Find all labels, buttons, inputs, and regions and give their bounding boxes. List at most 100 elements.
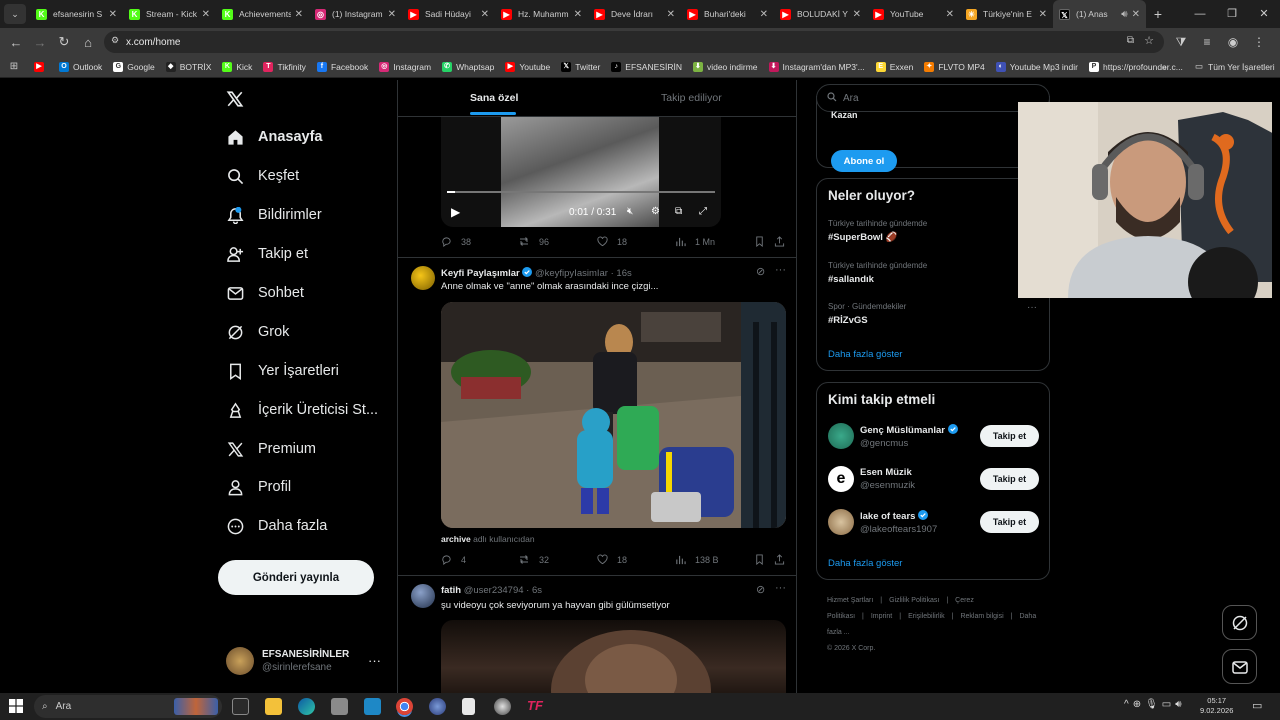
suggested-account[interactable]: e Esen Müzik @esenmuzik (828, 466, 915, 492)
views-button[interactable]: 138 B (675, 554, 719, 565)
x-logo-icon[interactable] (226, 88, 244, 114)
nav-item-home[interactable]: Anasayfa (226, 128, 322, 146)
bookmark-item[interactable]: ⬇ video indirme (692, 61, 758, 72)
apps-grid-icon[interactable]: ⊞ (4, 61, 24, 72)
tab-close-icon[interactable]: ✕ (481, 9, 489, 20)
edge-icon[interactable] (298, 698, 315, 715)
browser-tab[interactable]: ☀ Türkiye'nin E ✕ (960, 0, 1053, 28)
forward-icon[interactable]: → (28, 35, 52, 50)
tab-close-icon[interactable]: ✕ (388, 9, 396, 20)
media-control-icon[interactable]: ≡ (1194, 35, 1220, 49)
extensions-icon[interactable]: ⧩ (1168, 35, 1194, 50)
tweet-more-icon[interactable]: ··· (775, 264, 786, 276)
grok-explain-icon[interactable]: ⊘ (756, 583, 765, 596)
repost-button[interactable]: 32 (518, 554, 549, 565)
tab-close-icon[interactable]: ✕ (853, 9, 861, 20)
reply-button[interactable]: 4 (441, 554, 466, 565)
bookmark-item[interactable]: ▶ Youtube (505, 61, 550, 72)
video-settings-icon[interactable]: ⚙ (651, 206, 660, 217)
site-info-icon[interactable]: ⚙ (111, 35, 119, 46)
tab-close-icon[interactable]: ✕ (760, 9, 768, 20)
tab-close-icon[interactable]: ✕ (667, 9, 675, 20)
bookmark-item[interactable]: E Exxen (875, 61, 913, 72)
taskbar-clock[interactable]: 05:17 9.02.2026 (1200, 696, 1233, 716)
tab-close-icon[interactable]: ✕ (946, 9, 954, 20)
browser-tab[interactable]: 𝕏 (1) Anas 🔊︎ ✕ (1053, 0, 1146, 28)
bookmark-item[interactable]: ◆ BOTRİX (165, 61, 211, 72)
all-bookmarks-folder[interactable]: ▭ Tüm Yer İşaretleri (1195, 61, 1275, 72)
page-scrollbar[interactable] (1272, 80, 1280, 693)
browser-tab[interactable]: K Achievements ✕ (216, 0, 309, 28)
grok-floating-button[interactable] (1222, 605, 1257, 640)
network-icon[interactable]: ▭ (1162, 699, 1175, 710)
tweet-video-player[interactable]: ▶ 0:01 / 0:31 🔇︎ ⚙ ⧉ ⤢ (441, 117, 721, 227)
browser-tab[interactable]: ▶ Hz. Muhamm ✕ (495, 0, 588, 28)
nav-item-creator[interactable]: İçerik Üreticisi St... (226, 401, 378, 419)
bookmark-item[interactable]: ✦ FLVTO MP4 (924, 61, 985, 72)
follow-button[interactable]: Takip et (980, 425, 1039, 447)
tweet-time[interactable]: · 6s (526, 585, 542, 596)
share-button[interactable] (774, 236, 790, 247)
close-window-icon[interactable]: ✕ (1248, 0, 1280, 28)
nav-item-bell[interactable]: Bildirimler (226, 206, 322, 224)
tab-for-you[interactable]: Sana özel (470, 92, 518, 104)
bookmark-item[interactable]: O Outlook (59, 61, 102, 72)
messages-floating-button[interactable] (1222, 649, 1257, 684)
tikfinity-icon[interactable]: TF (527, 698, 543, 713)
profile-avatar-icon[interactable]: ◉ (1220, 35, 1246, 49)
play-icon[interactable]: ▶ (451, 205, 460, 219)
mute-icon[interactable]: 🔇︎ (627, 206, 633, 217)
nav-item-bookmark[interactable]: Yer İşaretleri (226, 362, 339, 380)
back-icon[interactable]: ← (4, 35, 28, 50)
bookmark-item[interactable]: 𝕏 Twitter (561, 61, 600, 72)
account-more-icon[interactable]: ··· (368, 653, 381, 668)
browser-tab[interactable]: ▶ Buhari'deki ✕ (681, 0, 774, 28)
browser-tab[interactable]: ▶ Sadi Hüdayi ✕ (402, 0, 495, 28)
tab-close-icon[interactable]: ✕ (1039, 9, 1047, 20)
tab-close-icon[interactable]: ✕ (1132, 9, 1140, 20)
bookmark-item[interactable]: ♪ EFSANESİRİN (611, 61, 682, 72)
tweet-more-icon[interactable]: ··· (775, 582, 786, 594)
reply-button[interactable]: 38 (441, 236, 471, 247)
like-button[interactable]: 18 (597, 554, 627, 565)
nav-item-follow[interactable]: Takip et (226, 245, 308, 263)
like-button[interactable]: 18 (597, 236, 627, 247)
bookmark-item[interactable]: ◎ Instagram (379, 61, 431, 72)
bookmark-item[interactable]: ▶ (34, 61, 48, 72)
bookmark-star-icon[interactable]: ☆ (1144, 34, 1154, 47)
grok-explain-icon[interactable]: ⊘ (756, 265, 765, 278)
account-switcher[interactable]: EFSANESİRİNLER @sirinlerefsane ··· (226, 647, 381, 675)
nav-item-mail[interactable]: Sohbet (226, 284, 304, 302)
menu-kebab-icon[interactable]: ⋮ (1246, 35, 1272, 49)
browser-tab[interactable]: ▶ BOLUDAKİ Y ✕ (774, 0, 867, 28)
views-button[interactable]: 1 Mn (675, 236, 715, 247)
nav-item-profile[interactable]: Profil (226, 478, 291, 496)
pip-icon[interactable]: ⧉ (675, 206, 682, 217)
repost-button[interactable]: 96 (518, 236, 549, 247)
footer-link[interactable]: Reklam bilgisi (960, 613, 1003, 620)
tweet-author-handle[interactable]: @keyfipyIasimIar (535, 268, 608, 279)
suggested-account[interactable]: Genç Müslümanlar @gencmus (828, 423, 958, 449)
tweet-author-name[interactable]: fatih (441, 585, 461, 596)
bookmark-item[interactable]: ◐ Youtube Mp3 indir (995, 61, 1078, 72)
notepad-icon[interactable] (462, 698, 475, 715)
app-icon[interactable] (364, 698, 381, 715)
tab-search-button[interactable]: ⌄ (4, 4, 26, 24)
bookmark-item[interactable]: ⬇ Instagram'dan MP3'... (768, 61, 865, 72)
tray-chevron-icon[interactable]: ^ (1124, 699, 1133, 710)
bookmark-item[interactable]: Phttps://profounder.c... (1088, 61, 1183, 72)
bookmark-tweet-button[interactable] (754, 236, 770, 247)
install-app-icon[interactable]: ⧉ (1127, 35, 1134, 46)
trend-more-icon[interactable]: ··· (1027, 302, 1037, 313)
tweet-avatar[interactable] (411, 584, 435, 608)
tweet-author-name[interactable]: Keyfi Paylaşımlar (441, 268, 520, 279)
notifications-icon[interactable]: ▭ (1252, 699, 1262, 712)
url-bar[interactable]: ⚙ x.com/home ⧉ ☆ (104, 31, 1164, 53)
tweet-time[interactable]: · 16s (611, 268, 632, 279)
tab-close-icon[interactable]: ✕ (574, 9, 582, 20)
tweet-media-video[interactable] (441, 620, 786, 693)
share-button[interactable] (774, 554, 790, 565)
nav-item-x[interactable]: Premium (226, 440, 316, 458)
bookmark-tweet-button[interactable] (754, 554, 770, 565)
browser-tab[interactable]: K Stream - Kick ✕ (123, 0, 216, 28)
